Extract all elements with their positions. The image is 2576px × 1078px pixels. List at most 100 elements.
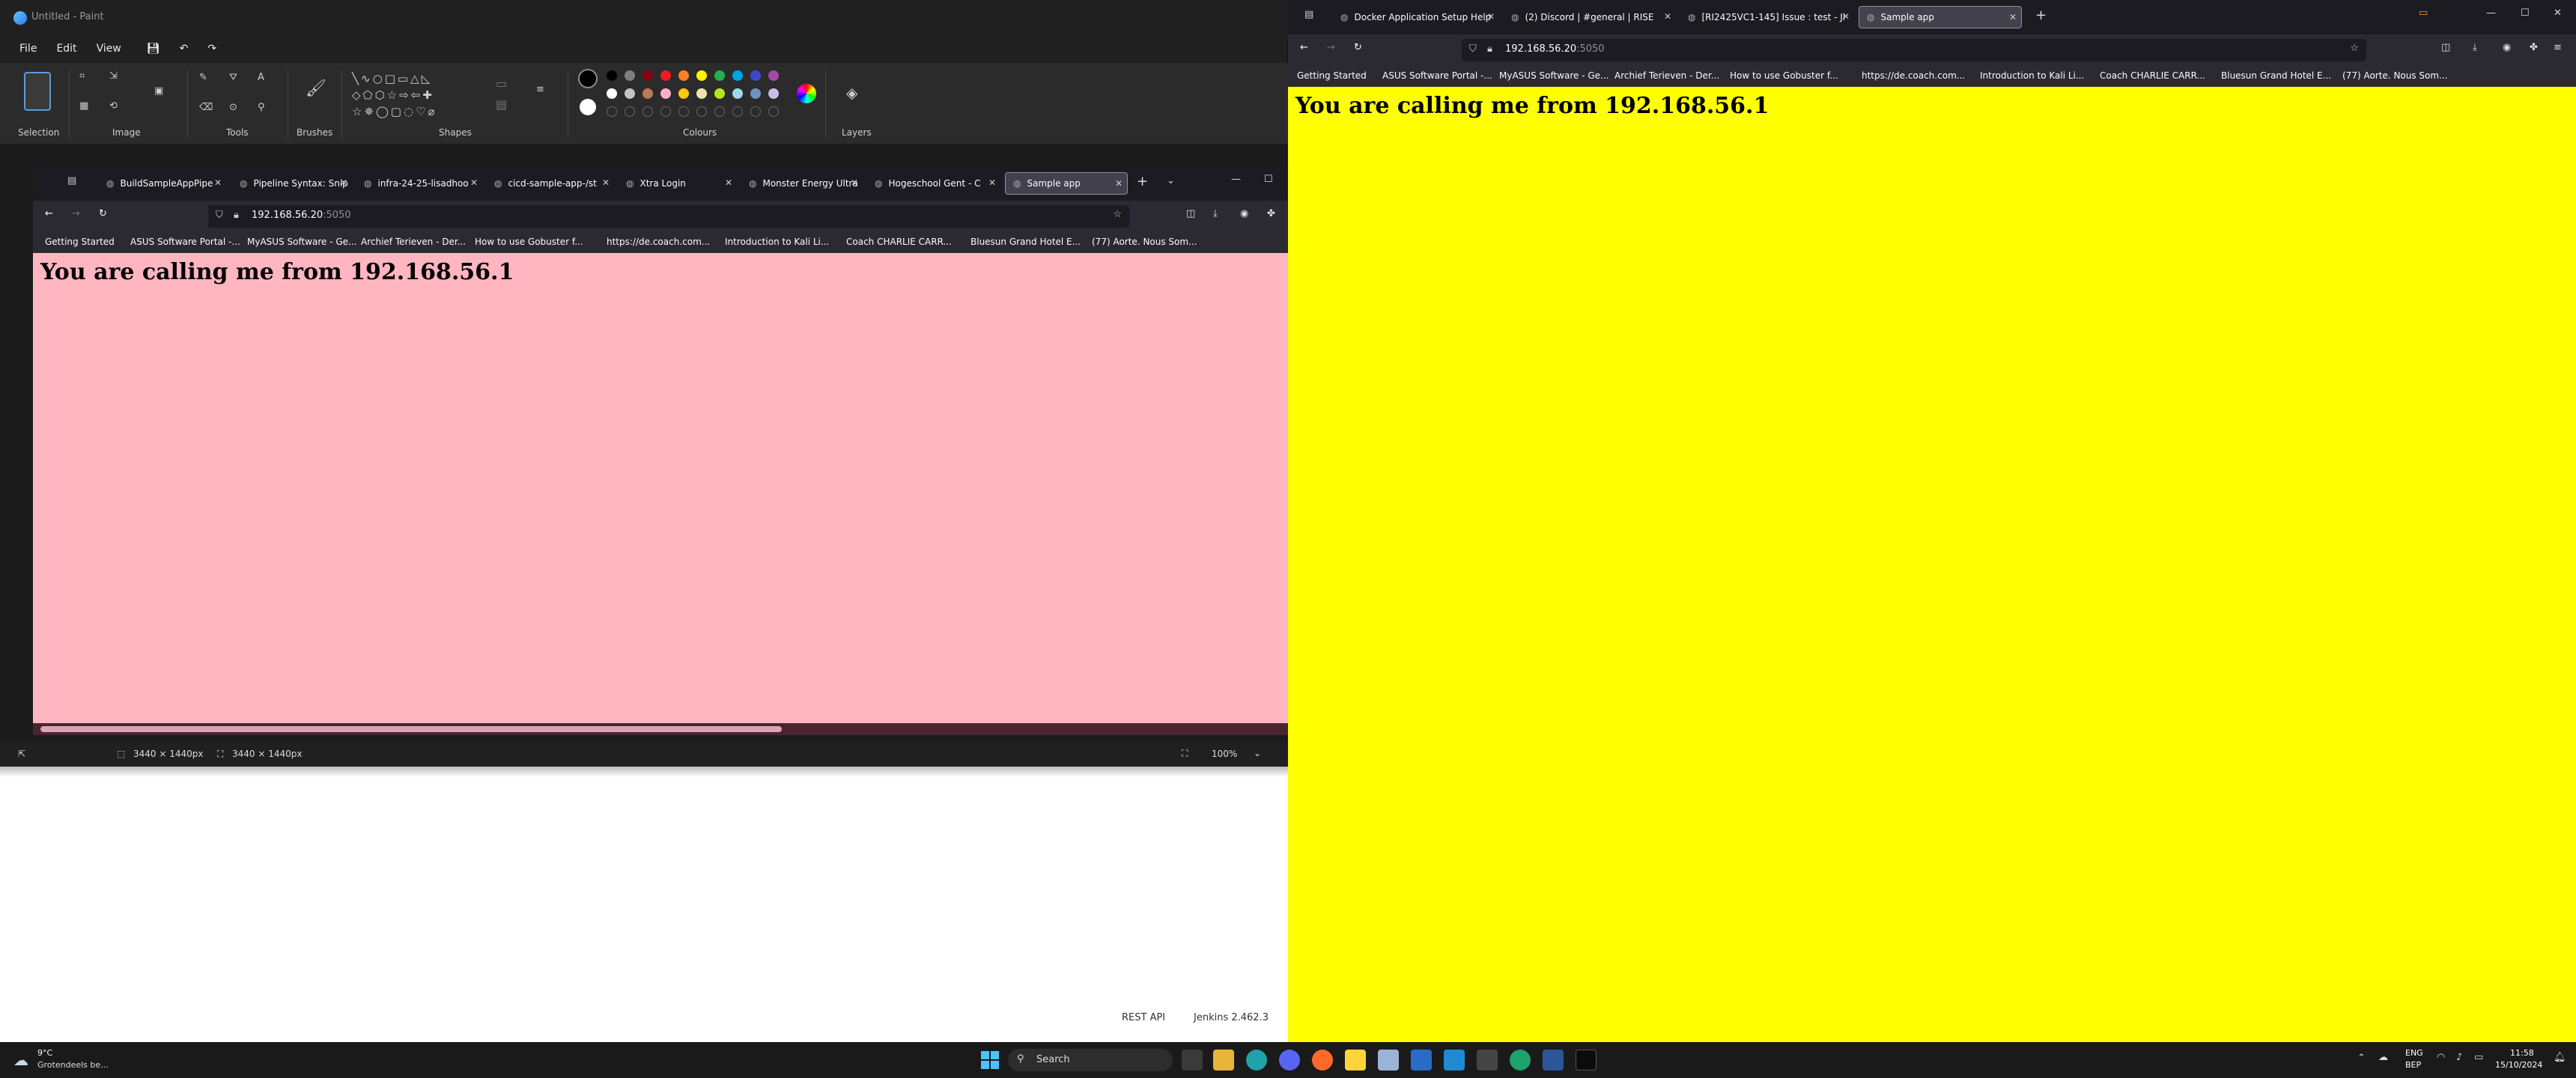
empty-color-slot[interactable] <box>643 106 653 117</box>
bookmark-item[interactable]: Getting Started <box>1297 70 1367 81</box>
close-tab-icon[interactable]: ✕ <box>851 177 858 188</box>
color-swatch[interactable] <box>660 70 671 81</box>
color-swatch[interactable] <box>643 88 653 99</box>
weather-desc[interactable]: Grotendeels be... <box>37 1060 109 1070</box>
empty-color-slot[interactable] <box>696 106 707 117</box>
menu-icon[interactable]: ≡ <box>2554 42 2562 53</box>
fill-icon[interactable]: ⛛ <box>229 72 246 88</box>
menu-file[interactable]: File <box>19 43 37 55</box>
select-all-icon[interactable]: ▦ <box>79 100 96 117</box>
pencil-icon[interactable]: ✎ <box>199 72 216 88</box>
empty-color-slot[interactable] <box>625 106 635 117</box>
color-swatch[interactable] <box>678 70 689 81</box>
undo-icon[interactable]: ↶ <box>180 43 189 55</box>
close-tab-icon[interactable]: ✕ <box>602 177 610 188</box>
download-icon[interactable]: ⤓ <box>2473 42 2477 53</box>
tab[interactable]: ◍ Xtra Login ✕ <box>619 172 737 195</box>
resize-icon[interactable]: ⇲ <box>109 70 126 87</box>
color-swatch[interactable] <box>750 70 761 81</box>
empty-color-slot[interactable] <box>678 106 689 117</box>
bookmark-item[interactable]: (77) Aorte. Nous Som... <box>1092 237 1197 247</box>
close-tab-icon[interactable]: ✕ <box>470 177 478 188</box>
bookmark-item[interactable]: Introduction to Kali Li... <box>1980 70 2084 81</box>
bookmark-item[interactable]: https://de.coach.com... <box>1862 70 1965 81</box>
firefox-view-folder-icon[interactable]: ▭ <box>2419 7 2428 19</box>
bookmark-item[interactable]: Introduction to Kali Li... <box>725 237 829 247</box>
color-swatch[interactable] <box>768 88 779 99</box>
color-swatch[interactable] <box>750 88 761 99</box>
crop-icon[interactable]: ⌗ <box>79 70 96 87</box>
layers-icon[interactable]: ◈ <box>846 84 863 102</box>
edit-colors-icon[interactable] <box>797 84 816 103</box>
close-window-icon[interactable]: ✕ <box>2554 7 2562 19</box>
color-swatch[interactable] <box>643 70 653 81</box>
language[interactable]: ENG <box>2405 1048 2423 1058</box>
weather-temp[interactable]: 9°C <box>37 1048 52 1058</box>
edge-dev-icon[interactable] <box>1510 1050 1531 1071</box>
terminal-icon[interactable] <box>1477 1050 1498 1071</box>
brush-icon[interactable]: 🖌︎ <box>306 79 326 98</box>
empty-color-slot[interactable] <box>732 106 743 117</box>
download-icon[interactable]: ⤓ <box>1213 208 1218 219</box>
text-icon[interactable]: A <box>258 72 274 88</box>
jenkins-version[interactable]: Jenkins 2.462.3 <box>1194 1012 1269 1023</box>
primary-color[interactable] <box>578 69 598 88</box>
close-tab-icon[interactable]: ✕ <box>1842 11 1850 22</box>
save-icon[interactable]: 💾︎ <box>147 43 160 55</box>
color-swatch[interactable] <box>660 88 671 99</box>
new-tab-icon[interactable]: + <box>1137 174 1148 189</box>
bookmark-item[interactable]: Coach CHARLIE CARR... <box>846 237 952 247</box>
shapes-gallery[interactable]: ╲∿○□▭△◺ ◇⬠⬡☆⇨⇦✚ ☆✵◯▢◌♡⌀ <box>352 70 479 120</box>
firefox-view-icon[interactable]: ▤ <box>67 175 81 189</box>
menu-edit[interactable]: Edit <box>56 43 76 55</box>
bookmark-item[interactable]: How to use Gobuster f... <box>475 237 583 247</box>
tab[interactable]: ◍ [RI2425VC1-145] Issue : test - Ji ✕ <box>1680 6 1854 28</box>
firefox-view-icon[interactable]: ▤ <box>1304 9 1318 22</box>
close-tab-icon[interactable]: ✕ <box>1487 11 1495 22</box>
cmd-icon[interactable] <box>1576 1050 1597 1071</box>
menu-view[interactable]: View <box>97 43 121 55</box>
empty-color-slot[interactable] <box>750 106 761 117</box>
wifi-icon[interactable]: ◠ <box>2437 1052 2445 1063</box>
color-swatch[interactable] <box>768 70 779 81</box>
edge-icon[interactable] <box>1246 1050 1267 1071</box>
battery-icon[interactable]: ▭ <box>2474 1052 2483 1063</box>
volume-icon[interactable]: ♪ <box>2456 1052 2462 1063</box>
bookmark-star-icon[interactable]: ☆ <box>1113 209 1122 220</box>
bookmark-item[interactable]: Coach CHARLIE CARR... <box>2100 70 2205 81</box>
secondary-color[interactable] <box>580 99 596 115</box>
left-url-bar[interactable]: ⛉ 🔒︎ 192.168.56.20:5050 ☆ <box>208 205 1129 228</box>
color-swatch[interactable] <box>607 70 617 81</box>
scrollbar-thumb[interactable] <box>40 726 782 732</box>
color-swatch[interactable] <box>714 70 725 81</box>
bookmark-item[interactable]: ASUS Software Portal -... <box>1382 70 1492 81</box>
bookmark-star-icon[interactable]: ☆ <box>2350 43 2359 54</box>
color-swatch[interactable] <box>678 88 689 99</box>
bookmark-item[interactable]: MyASUS Software - Ge... <box>247 237 356 247</box>
right-url-bar[interactable]: ⛉ 🔒︎ 192.168.56.20:5050 ☆ <box>1462 39 2366 61</box>
minimize-icon[interactable]: — <box>2486 7 2496 19</box>
bookmark-item[interactable]: https://de.coach.com... <box>607 237 710 247</box>
tab[interactable]: ◍ Monster Energy Ultra ✕ <box>741 172 863 195</box>
empty-color-slot[interactable] <box>660 106 671 117</box>
forward-icon[interactable]: → <box>72 208 80 219</box>
back-icon[interactable]: ← <box>45 208 53 219</box>
word-icon[interactable] <box>1543 1050 1564 1071</box>
tab[interactable]: ◍ Hogeschool Gent - C ✕ <box>867 172 1000 195</box>
color-swatch[interactable] <box>696 70 707 81</box>
maximize-icon[interactable]: ☐ <box>2521 7 2530 19</box>
empty-color-slot[interactable] <box>714 106 725 117</box>
color-palette[interactable] <box>607 70 794 123</box>
close-tab-icon[interactable]: ✕ <box>988 177 996 188</box>
rotate-icon[interactable]: ⟲ <box>109 100 126 117</box>
region[interactable]: BEP <box>2405 1060 2421 1070</box>
tab-list-icon[interactable]: ⌄ <box>1167 175 1175 186</box>
close-tab-icon[interactable]: ✕ <box>725 177 732 188</box>
extensions-icon[interactable]: ✤ <box>1267 208 1275 219</box>
bookmark-item[interactable]: MyASUS Software - Ge... <box>1499 70 1609 81</box>
close-tab-icon[interactable]: ✕ <box>1664 11 1671 22</box>
tab[interactable]: ◍ infra-24-25-lisadhoo ✕ <box>356 172 482 195</box>
clock-date[interactable]: 15/10/2024 <box>2495 1060 2542 1070</box>
clock-time[interactable]: 11:58 <box>2510 1048 2534 1058</box>
maximize-icon[interactable]: ☐ <box>1264 174 1273 185</box>
